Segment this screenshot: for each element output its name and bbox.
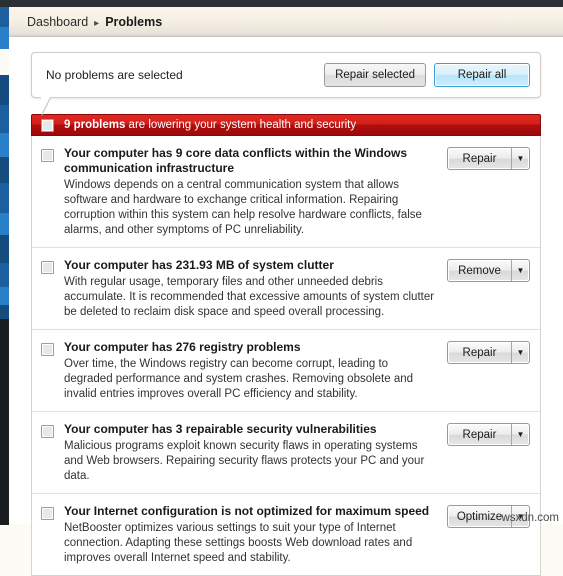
repair-all-button[interactable]: Repair all [434,63,530,87]
breadcrumb-current: Problems [105,14,163,29]
table-row[interactable]: Your computer has 3 repairable security … [32,412,540,494]
table-row[interactable]: Your computer has 276 registry problems … [32,330,540,412]
sidebar-strip-segment [0,27,9,49]
app-stage: Dashboard ▸ Problems No problems are selec… [9,7,563,576]
problem-action-label[interactable]: Remove [448,260,511,281]
callout-tail [41,97,50,115]
problem-content: Your Internet configuration is not optim… [54,504,447,566]
select-all-checkbox[interactable] [41,118,54,132]
sidebar-strip-segment [0,49,9,75]
problems-body: No problems are selected Repair selected… [9,37,563,576]
page-header: Dashboard ▸ Problems [9,7,563,37]
problem-title: Your computer has 3 repairable security … [64,422,377,436]
chevron-down-icon[interactable]: ▼ [511,424,529,445]
banner-count: 9 problems [64,119,126,131]
sidebar-strip-segment [0,213,9,235]
sidebar-strip-segment [0,183,9,213]
selection-status-text: No problems are selected [46,68,183,82]
banner-rest: are lowering your system health and secu… [125,119,357,131]
problem-content: Your computer has 3 repairable security … [54,422,447,484]
problem-checkbox[interactable] [41,261,54,274]
problem-checkbox[interactable] [41,507,54,520]
problem-action-button[interactable]: Repair ▼ [447,147,530,170]
problem-action-button[interactable]: Remove ▼ [447,259,530,282]
chevron-down-icon[interactable]: ▼ [511,260,529,281]
problem-action-label[interactable]: Repair [448,148,511,169]
sidebar-strip-segment [0,305,9,319]
problem-description: Over time, the Windows registry can beco… [64,358,414,400]
problem-content: Your computer has 276 registry problems … [54,340,447,402]
sidebar-strip-segment [0,157,9,183]
problem-description: Windows depends on a central communicati… [64,179,422,236]
problem-description: With regular usage, temporary files and … [64,276,435,318]
problem-action-label[interactable]: Repair [448,342,511,363]
table-row[interactable]: Your Internet configuration is not optim… [32,494,540,575]
sidebar-strip-segment [0,105,9,133]
chevron-right-icon: ▸ [94,17,100,29]
problems-banner: 9 problems are lowering your system heal… [31,114,541,136]
watermark: wsxdn.com [501,512,559,524]
sidebar-strip-segment [0,319,9,525]
sidebar-strip-segment [0,287,9,305]
problem-action-button[interactable]: Repair ▼ [447,341,530,364]
problem-checkbox[interactable] [41,425,54,438]
sidebar-strip-segment [0,75,9,105]
problem-checkbox[interactable] [41,343,54,356]
problem-title: Your computer has 276 registry problems [64,340,301,354]
window-title-bar [0,0,563,7]
problem-title: Your computer has 231.93 MB of system cl… [64,258,334,272]
problem-title: Your Internet configuration is not optim… [64,504,430,518]
sidebar-strip-segment [0,235,9,263]
sidebar-strip-segment [0,133,9,157]
repair-selected-button[interactable]: Repair selected [324,63,426,87]
selection-callout: No problems are selected Repair selected… [31,52,541,98]
problem-checkbox[interactable] [41,149,54,162]
problem-description: Malicious programs exploit known securit… [64,440,425,482]
problem-action-label[interactable]: Repair [448,424,511,445]
breadcrumb: Dashboard ▸ Problems [27,13,162,31]
problem-content: Your computer has 9 core data conflicts … [54,146,447,238]
table-row[interactable]: Your computer has 231.93 MB of system cl… [32,248,540,330]
sidebar-strip-segment [0,263,9,287]
sidebar-strip-segment [0,7,9,27]
chevron-down-icon[interactable]: ▼ [511,148,529,169]
breadcrumb-dashboard[interactable]: Dashboard [27,15,88,29]
chevron-down-icon[interactable]: ▼ [511,342,529,363]
problems-list: Your computer has 9 core data conflicts … [31,136,541,576]
problem-action-button[interactable]: Repair ▼ [447,423,530,446]
banner-text: 9 problems are lowering your system heal… [64,119,356,131]
table-row[interactable]: Your computer has 9 core data conflicts … [32,136,540,248]
problem-content: Your computer has 231.93 MB of system cl… [54,258,447,320]
problem-description: NetBooster optimizes various settings to… [64,522,413,564]
problem-title: Your computer has 9 core data conflicts … [64,146,408,175]
left-sidebar-strip [0,7,9,525]
